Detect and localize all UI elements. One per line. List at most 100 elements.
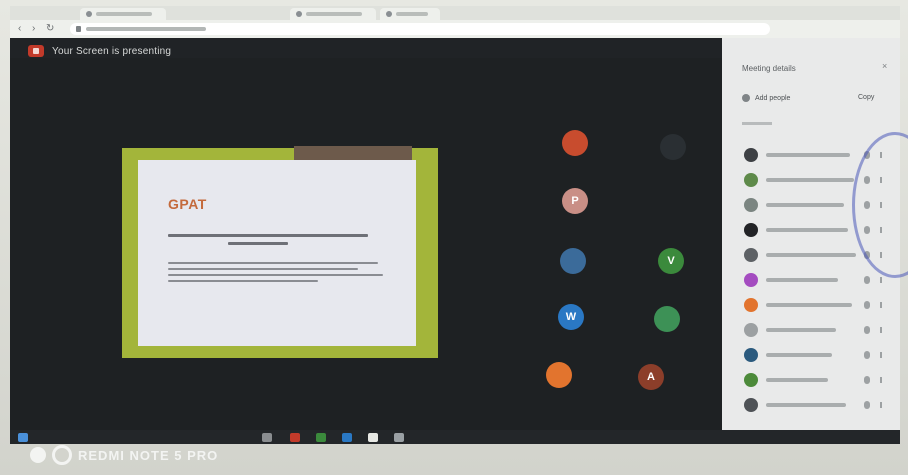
participant-avatar[interactable]	[660, 134, 686, 160]
taskbar-app-icon[interactable]	[290, 433, 300, 442]
presenting-banner-text: Your Screen is presenting	[52, 45, 172, 57]
avatar	[744, 148, 758, 162]
browser-tab[interactable]	[80, 8, 166, 20]
avatar	[744, 173, 758, 187]
tab-title	[96, 12, 152, 16]
more-options-icon[interactable]	[880, 327, 882, 333]
browser-tab[interactable]	[380, 8, 440, 20]
microphone-icon[interactable]	[864, 276, 870, 284]
participant-avatar[interactable]: V	[658, 248, 684, 274]
browser-tabstrip	[10, 6, 900, 20]
participant-row[interactable]	[738, 371, 894, 389]
tab-favicon-icon	[296, 11, 302, 17]
avatar	[744, 223, 758, 237]
microphone-icon[interactable]	[864, 301, 870, 309]
participant-row[interactable]	[738, 271, 894, 289]
panel-subheading	[742, 122, 772, 125]
add-people-label: Add people	[755, 94, 791, 102]
participant-name	[766, 403, 846, 407]
participant-name	[766, 178, 854, 182]
start-icon[interactable]	[18, 433, 28, 442]
slide-text-line	[168, 234, 368, 237]
avatar	[744, 398, 758, 412]
participant-row[interactable]	[738, 346, 894, 364]
reload-icon[interactable]: ↻	[46, 24, 56, 34]
participant-row[interactable]	[738, 296, 894, 314]
avatar	[744, 298, 758, 312]
taskbar-app-icon[interactable]	[342, 433, 352, 442]
avatar	[744, 323, 758, 337]
participant-avatar[interactable]: P	[562, 188, 588, 214]
slide-text-line	[168, 274, 383, 276]
tab-favicon-icon	[86, 11, 92, 17]
avatar	[744, 248, 758, 262]
avatar	[744, 348, 758, 362]
taskbar-app-icon[interactable]	[316, 433, 326, 442]
participant-row[interactable]	[738, 396, 894, 414]
participant-name	[766, 353, 832, 357]
participant-name	[766, 378, 828, 382]
tab-title	[396, 12, 428, 16]
forward-icon[interactable]: ›	[32, 24, 42, 34]
taskbar	[10, 430, 900, 444]
avatar	[744, 198, 758, 212]
copy-button[interactable]: Copy	[858, 94, 874, 101]
microphone-icon[interactable]	[864, 326, 870, 334]
shared-slide: GPAT	[122, 146, 438, 358]
more-options-icon[interactable]	[880, 352, 882, 358]
slide-text-line	[168, 268, 358, 270]
address-bar-url	[86, 27, 206, 31]
participant-name	[766, 153, 850, 157]
browser-toolbar: ‹ › ↻	[10, 20, 900, 39]
participant-avatar[interactable]: W	[558, 304, 584, 330]
participant-name	[766, 228, 848, 232]
add-people-button[interactable]: Add people	[742, 94, 790, 102]
presentation-stage: GPAT P V W A	[10, 58, 722, 430]
tab-title	[306, 12, 362, 16]
close-icon[interactable]: ×	[882, 62, 890, 71]
browser-tab[interactable]	[290, 8, 376, 20]
more-options-icon[interactable]	[880, 277, 882, 283]
slide-content: GPAT	[138, 160, 416, 346]
watermark-ring-icon	[52, 445, 72, 465]
back-icon[interactable]: ‹	[18, 24, 28, 34]
watermark-text: REDMI NOTE 5 PRO	[78, 447, 219, 463]
participant-avatar[interactable]: A	[638, 364, 664, 390]
watermark-dot-icon	[30, 447, 46, 463]
lock-icon	[76, 26, 81, 32]
camera-watermark: REDMI NOTE 5 PRO	[30, 445, 218, 465]
taskbar-app-icon[interactable]	[368, 433, 378, 442]
participant-avatar[interactable]	[654, 306, 680, 332]
panel-title: Meeting details	[742, 64, 796, 73]
taskbar-app-icon[interactable]	[262, 433, 272, 442]
taskbar-app-icon[interactable]	[394, 433, 404, 442]
meeting-area: Your Screen is presenting GPAT P V W A M…	[10, 38, 900, 430]
slide-text-line	[168, 280, 318, 282]
participant-row[interactable]	[738, 321, 894, 339]
avatar	[744, 273, 758, 287]
presenting-banner: Your Screen is presenting	[28, 43, 171, 59]
more-options-icon[interactable]	[880, 377, 882, 383]
participant-name	[766, 328, 836, 332]
participant-name	[766, 203, 844, 207]
more-options-icon[interactable]	[880, 302, 882, 308]
participant-name	[766, 278, 838, 282]
slide-text-line	[228, 242, 288, 245]
avatar	[744, 373, 758, 387]
participant-name	[766, 253, 856, 257]
slide-text-line	[168, 262, 378, 264]
tab-favicon-icon	[386, 11, 392, 17]
microphone-icon[interactable]	[864, 351, 870, 359]
participant-avatar[interactable]	[560, 248, 586, 274]
participant-name	[766, 303, 852, 307]
microphone-icon[interactable]	[864, 376, 870, 384]
participant-avatar[interactable]	[562, 130, 588, 156]
add-person-icon	[742, 94, 750, 102]
address-bar[interactable]	[70, 23, 770, 35]
slide-title: GPAT	[168, 196, 207, 212]
participant-avatar[interactable]	[546, 362, 572, 388]
screen: ‹ › ↻ Your Screen is presenting GPAT P V…	[10, 6, 900, 444]
more-options-icon[interactable]	[880, 402, 882, 408]
present-screen-icon	[28, 45, 44, 57]
microphone-icon[interactable]	[864, 401, 870, 409]
